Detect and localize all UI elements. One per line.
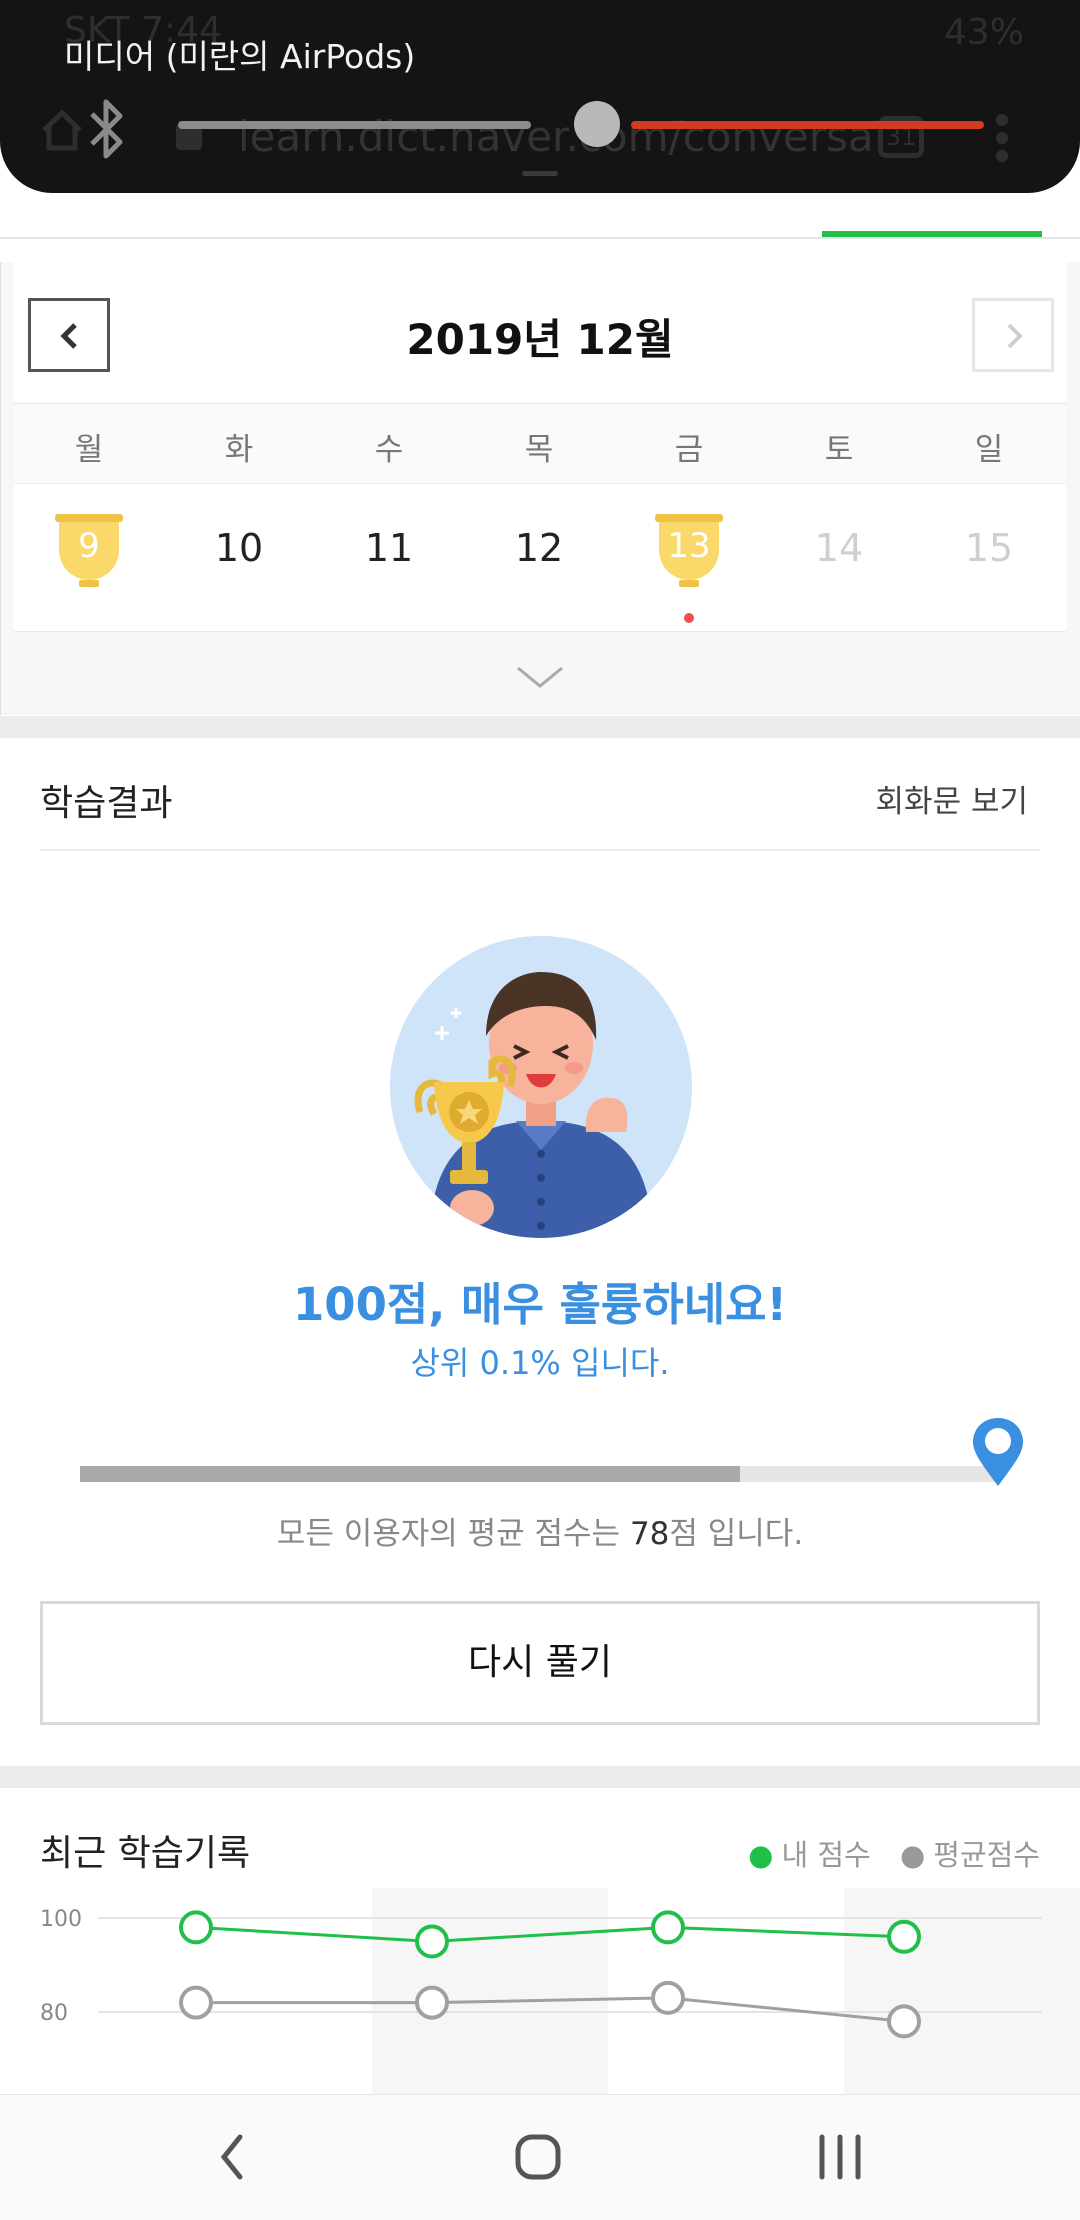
calendar-day[interactable]: 10	[189, 484, 289, 632]
my-score-point	[415, 1924, 449, 1959]
rank-message: 상위 0.1% 입니다.	[410, 1344, 670, 1382]
section-title: 최근 학습기록	[40, 1833, 251, 1874]
my-score-point	[651, 1910, 685, 1945]
day-number: 15	[964, 526, 1014, 570]
media-output-title: 미디어 (미란의 AirPods)	[64, 37, 416, 76]
legend-avg-dot: ●	[899, 1838, 926, 1872]
chart-legend: ● 내 점수 ● 평균점수	[728, 1832, 1040, 1874]
calendar-day: 15	[939, 484, 1039, 632]
history-chart: 100 80	[40, 1888, 1080, 2094]
weekday-label: 월	[74, 432, 104, 468]
home-icon	[42, 109, 82, 151]
chevron-right-icon	[1007, 323, 1023, 349]
calendar: 2019년 12월 월 화 수 목 금 토 일 9 10 11 12 13 14…	[0, 262, 1080, 715]
weekday-label: 목	[524, 432, 554, 468]
weekday-label: 일	[974, 432, 1004, 468]
average-score-point	[179, 1985, 213, 2020]
weekday-label: 토	[824, 432, 854, 468]
media-output-panel: SKT 7:44 43% 미디어 (미란의 AirPods) learn.dic…	[0, 0, 1080, 193]
section-rule	[40, 849, 1040, 851]
study-result-section: 학습결과 회화문 보기 100점, 매우 훌륭하네요! 상위 0.1% 입니다.…	[0, 738, 1080, 1766]
calendar-header: 2019년 12월	[14, 262, 1066, 404]
section-divider	[0, 716, 1080, 738]
calendar-day[interactable]: 11	[339, 484, 439, 632]
page-tabstrip	[0, 193, 1080, 239]
section-divider	[0, 1766, 1080, 1788]
url-text: learn.dict.naver.com/conversa	[238, 112, 874, 161]
average-score-fill	[80, 1466, 740, 1482]
my-score-pin-icon	[973, 1418, 1023, 1486]
day-number: 12	[514, 526, 564, 570]
chart-y-tick-label: 100	[40, 1907, 82, 1932]
celebration-illustration	[390, 936, 692, 1238]
legend-avg-label: 평균점수	[933, 1838, 1040, 1872]
calendar-day[interactable]: 12	[489, 484, 589, 632]
expand-calendar-icon[interactable]	[512, 660, 568, 692]
volume-track-filled	[178, 121, 531, 129]
day-number: 13	[667, 526, 711, 566]
volume-thumb[interactable]	[574, 101, 620, 147]
weekday-row: 월 화 수 목 금 토 일	[14, 404, 1066, 484]
active-tab-indicator	[822, 231, 1042, 237]
legend-mine-dot: ●	[748, 1838, 774, 1872]
recent-apps-icon[interactable]	[812, 2129, 868, 2185]
calendar-day[interactable]: 9	[39, 484, 139, 632]
my-score-point	[179, 1910, 213, 1945]
more-menu-icon	[996, 114, 1010, 168]
average-score-point	[651, 1980, 685, 2015]
bluetooth-icon	[90, 99, 123, 159]
today-dot	[684, 613, 694, 623]
month-title: 2019년 12월	[406, 315, 674, 364]
section-title: 학습결과	[40, 783, 173, 824]
calendar-day: 14	[789, 484, 889, 632]
day-number: 10	[214, 526, 264, 570]
day-number: 9	[78, 526, 100, 566]
day-number: 14	[814, 526, 864, 570]
status-battery: 43%	[943, 12, 1024, 53]
average-score-value: 78	[629, 1516, 670, 1552]
calendar-day-selected[interactable]: 13	[639, 484, 739, 632]
day-row: 9 10 11 12 13 14 15	[14, 484, 1066, 632]
recent-history-section: 최근 학습기록 ● 내 점수 ● 평균점수 100 80	[0, 1788, 1080, 2094]
next-month-button[interactable]	[972, 298, 1054, 372]
average-score-point	[887, 2004, 921, 2039]
legend-mine-label: 내 점수	[781, 1838, 871, 1872]
volume-track-rest	[631, 121, 984, 129]
chart-y-tick-label: 80	[40, 2001, 68, 2026]
volume-slider[interactable]	[178, 101, 984, 147]
weekday-label: 금	[674, 432, 704, 468]
weekday-label: 수	[374, 432, 404, 468]
view-conversation-link[interactable]: 회화문 보기	[876, 776, 1028, 821]
my-score-point	[887, 1919, 921, 1954]
back-icon[interactable]	[214, 2129, 250, 2185]
weekday-label: 화	[224, 432, 254, 468]
average-score-point	[415, 1985, 449, 2020]
average-score-text: 모든 이용자의 평균 점수는 78점 입니다.	[276, 1516, 804, 1552]
retry-button[interactable]: 다시 풀기	[40, 1601, 1040, 1725]
panel-drag-handle[interactable]	[522, 171, 558, 176]
score-comparison-bar	[80, 1466, 1000, 1482]
home-button-icon[interactable]	[510, 2129, 566, 2185]
day-number: 11	[364, 526, 414, 570]
system-nav-bar	[0, 2094, 1080, 2220]
score-message: 100점, 매우 훌륭하네요!	[292, 1278, 788, 1331]
